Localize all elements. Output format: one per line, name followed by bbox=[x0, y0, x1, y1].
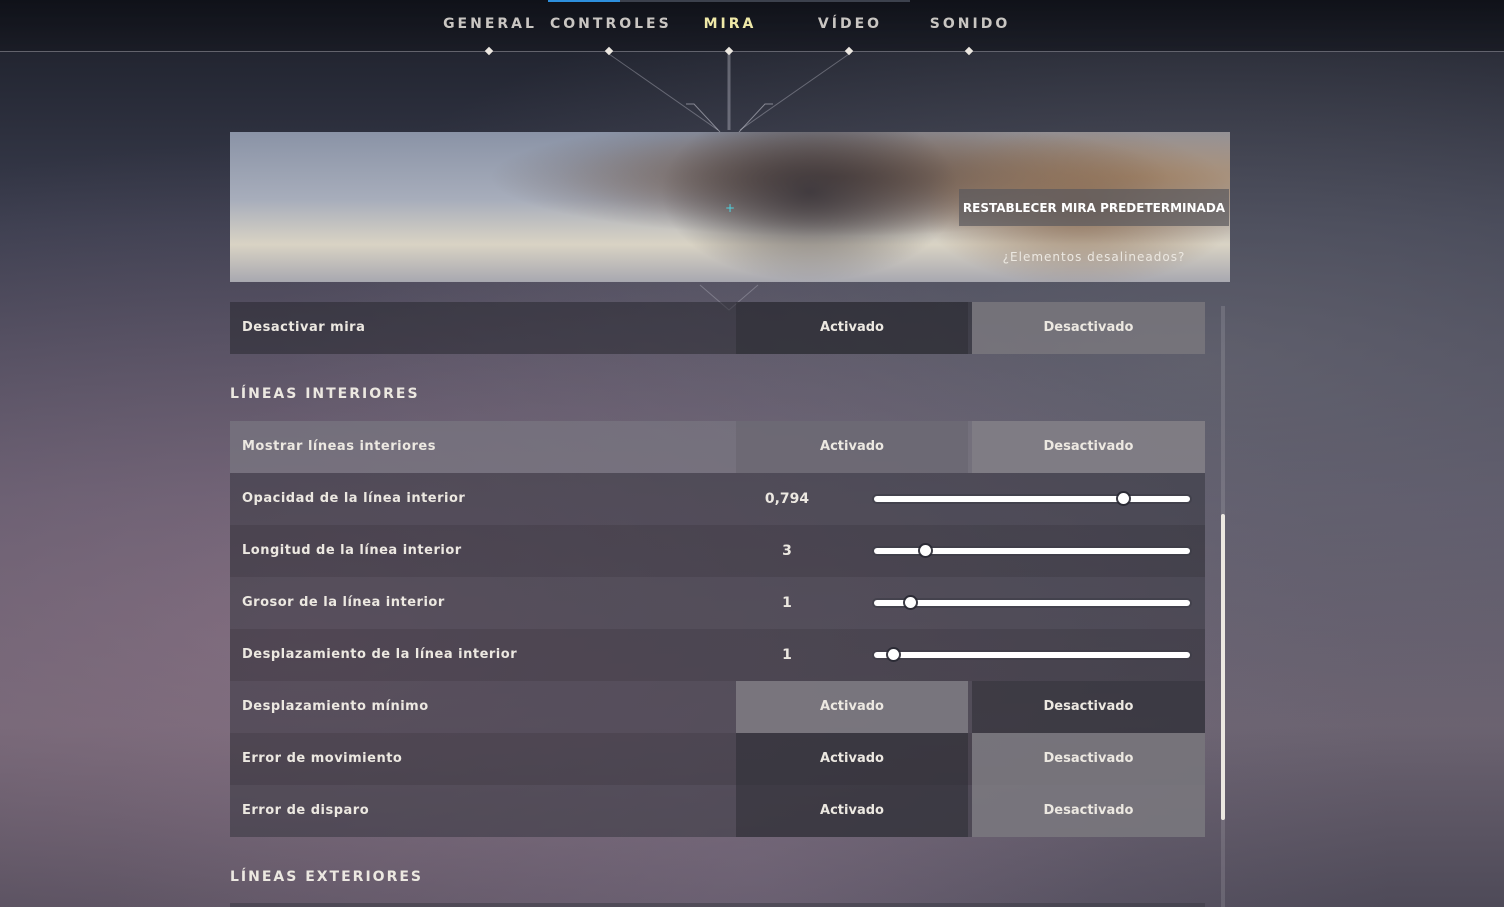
setting-row-disable-crosshair: Desactivar mira Activado Desactivado bbox=[230, 302, 1205, 354]
setting-row-inner-opacity: Opacidad de la línea interior 0,794 bbox=[230, 473, 1205, 525]
option-off-button[interactable]: Desactivado bbox=[972, 681, 1205, 733]
setting-label: Opacidad de la línea interior bbox=[242, 491, 466, 506]
slider-thumb[interactable] bbox=[919, 545, 931, 556]
setting-label: Error de disparo bbox=[242, 803, 370, 818]
option-on-button[interactable]: Activado bbox=[736, 421, 968, 473]
setting-label: Desactivar mira bbox=[242, 320, 366, 335]
setting-label: Error de movimiento bbox=[242, 751, 403, 766]
setting-label: Mostrar líneas interiores bbox=[242, 439, 436, 454]
section-title-outer-lines: LÍNEAS EXTERIORES bbox=[230, 869, 423, 885]
slider-track bbox=[874, 600, 1190, 606]
setting-label: Grosor de la línea interior bbox=[242, 595, 445, 610]
option-off-button[interactable]: Desactivado bbox=[972, 302, 1205, 354]
setting-value: 3 bbox=[782, 543, 792, 559]
setting-value: 1 bbox=[782, 595, 792, 611]
setting-value: 0,794 bbox=[764, 491, 810, 507]
setting-row-inner-length: Longitud de la línea interior 3 bbox=[230, 525, 1205, 577]
settings-scrollbar[interactable] bbox=[1221, 306, 1225, 907]
option-on-button[interactable]: Activado bbox=[736, 733, 968, 785]
setting-label: Desplazamiento mínimo bbox=[242, 699, 429, 714]
option-on-button[interactable]: Activado bbox=[736, 681, 968, 733]
slider-thumb[interactable] bbox=[904, 597, 916, 608]
slider-track bbox=[874, 652, 1190, 658]
setting-label: Longitud de la línea interior bbox=[242, 543, 462, 558]
slider-thumb[interactable] bbox=[1118, 493, 1129, 504]
inner-length-slider[interactable] bbox=[874, 545, 1190, 556]
crosshair-preview: + RESTABLECER MIRA PREDETERMINADA ¿Eleme… bbox=[230, 132, 1230, 282]
setting-row-min-offset: Desplazamiento mínimo Activado Desactiva… bbox=[230, 681, 1205, 733]
slider-track bbox=[874, 496, 1190, 502]
section-title-inner-lines: LÍNEAS INTERIORES bbox=[230, 386, 420, 402]
option-on-button[interactable]: Activado bbox=[736, 302, 968, 354]
inner-opacity-slider[interactable] bbox=[874, 493, 1190, 504]
setting-row-movement-error: Error de movimiento Activado Desactivado bbox=[230, 733, 1205, 785]
option-off-button[interactable]: Desactivado bbox=[972, 785, 1205, 837]
inner-offset-slider[interactable] bbox=[874, 649, 1190, 660]
setting-row-inner-offset: Desplazamiento de la línea interior 1 bbox=[230, 629, 1205, 681]
setting-row-firing-error: Error de disparo Activado Desactivado bbox=[230, 785, 1205, 837]
slider-thumb[interactable] bbox=[887, 649, 899, 660]
setting-row-inner-thickness: Grosor de la línea interior 1 bbox=[230, 577, 1205, 629]
preview-background-rock bbox=[660, 132, 960, 282]
misaligned-elements-link[interactable]: ¿Elementos desalineados? bbox=[959, 250, 1229, 264]
setting-row-show-inner-lines: Mostrar líneas interiores Activado Desac… bbox=[230, 421, 1205, 473]
reset-crosshair-button[interactable]: RESTABLECER MIRA PREDETERMINADA bbox=[959, 189, 1229, 226]
scrollbar-thumb[interactable] bbox=[1221, 514, 1225, 820]
option-off-button[interactable]: Desactivado bbox=[972, 421, 1205, 473]
inner-thickness-slider[interactable] bbox=[874, 597, 1190, 608]
setting-value: 1 bbox=[782, 647, 792, 663]
crosshair-icon: + bbox=[724, 201, 736, 215]
setting-row-partial bbox=[230, 903, 1205, 907]
option-off-button[interactable]: Desactivado bbox=[972, 733, 1205, 785]
option-on-button[interactable]: Activado bbox=[736, 785, 968, 837]
setting-label: Desplazamiento de la línea interior bbox=[242, 647, 518, 662]
